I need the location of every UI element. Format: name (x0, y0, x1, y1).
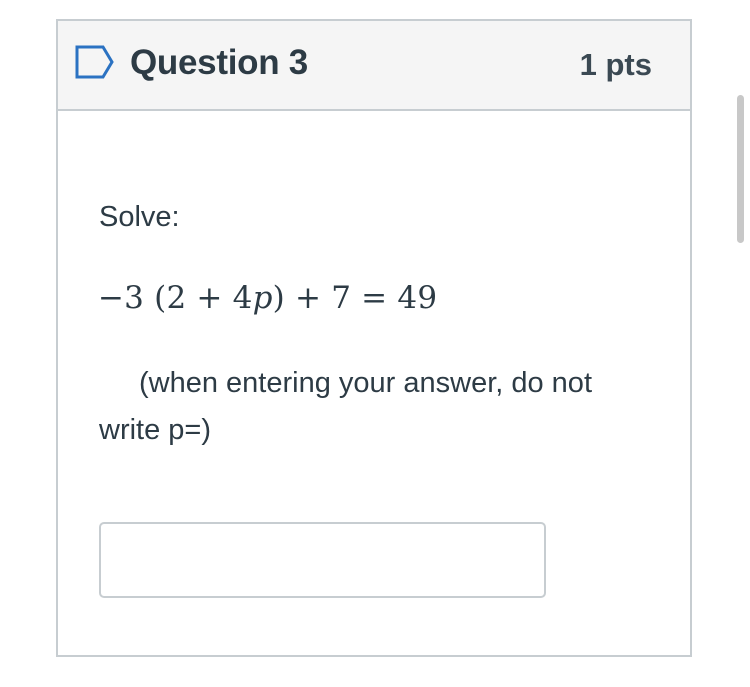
equation-variable: p (252, 280, 273, 316)
answer-instructions: (when entering your answer, do not write… (99, 360, 659, 454)
page-scrollbar[interactable] (737, 95, 744, 243)
equation-prefix: −3 (2 + 4 (98, 280, 253, 316)
question-equation: −3 (2 + 4p) + 7 = 49 (98, 280, 437, 316)
question-title: Question 3 (130, 43, 308, 82)
question-header: Question 3 1 pts (58, 21, 690, 111)
question-card: Question 3 1 pts Solve: −3 (2 + 4p) + 7 … (56, 19, 692, 657)
flag-outline-icon[interactable] (75, 45, 115, 79)
question-prompt: Solve: (99, 201, 180, 233)
equation-suffix: ) + 7 = 49 (272, 280, 438, 316)
question-points: 1 pts (579, 47, 652, 82)
answer-input[interactable] (99, 522, 546, 598)
answer-instructions-text: (when entering your answer, do not write… (99, 367, 592, 446)
